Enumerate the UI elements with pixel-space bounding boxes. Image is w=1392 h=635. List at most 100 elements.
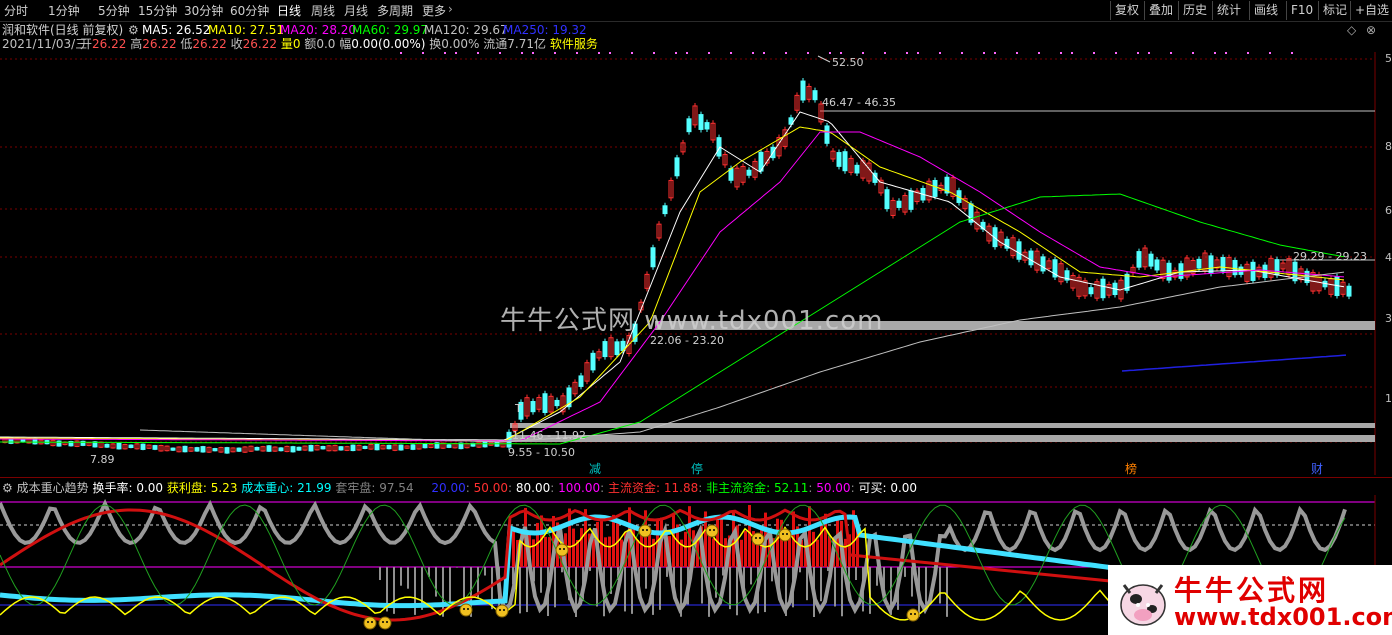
signal-dot: [763, 52, 765, 54]
candle-body: [662, 205, 668, 215]
candle-body: [140, 443, 146, 450]
candle-body: [224, 447, 230, 454]
sector-label[interactable]: 软件服务: [550, 37, 598, 51]
collapse-diamond-icon[interactable]: ◇: [1347, 23, 1356, 37]
annotation-leader: [817, 55, 831, 63]
candle-body: [386, 444, 392, 450]
candle-body: [704, 122, 710, 130]
candle-body: [350, 444, 356, 452]
smiley-icon: [778, 528, 792, 542]
indicator-name: 成本重心趋势: [16, 481, 89, 495]
smiley-icon: [459, 603, 473, 617]
main-fund-bar: [612, 514, 615, 567]
overlay-button[interactable]: 叠加: [1144, 1, 1177, 20]
signal-dot: [686, 52, 688, 54]
event-marker-finance[interactable]: 财: [1310, 462, 1325, 476]
signal-dot: [477, 52, 479, 54]
axis-tick: 6: [1385, 204, 1392, 217]
f10-button[interactable]: F10: [1286, 1, 1317, 20]
main-fund-bar: [748, 505, 751, 567]
history-button[interactable]: 历史: [1178, 1, 1211, 20]
statistics-button[interactable]: 统计: [1212, 1, 1245, 20]
main-fund-bar: [720, 518, 723, 567]
smiley-icon: [363, 616, 377, 630]
candle-body: [1220, 257, 1226, 272]
main-fund-bar: [608, 536, 611, 567]
candle-body: [824, 125, 830, 144]
signal-dot: [1192, 52, 1194, 54]
tab-more[interactable]: 更多: [422, 2, 446, 19]
tab-monthly[interactable]: 月线: [344, 2, 368, 19]
support-band: [510, 423, 1375, 428]
candle-body: [674, 157, 680, 177]
signal-dot: [1137, 52, 1139, 54]
candle-body: [932, 180, 938, 197]
ma20-label: MA20: 28.20: [280, 23, 357, 37]
event-marker-suspend[interactable]: 停: [690, 462, 705, 476]
settings-icon[interactable]: ⚙: [128, 23, 139, 37]
signal-dot: [961, 52, 963, 54]
candle-body: [212, 448, 218, 452]
main-fund-bar: [572, 528, 575, 567]
ma5-line: [0, 111, 1345, 441]
mark-button[interactable]: 标记: [1318, 1, 1351, 20]
candlestick-chart[interactable]: 586431 52.5046.47 - 46.3529.29 - 29.2322…: [0, 52, 1392, 475]
smiley-eye: [646, 529, 648, 531]
signal-dot: [1214, 52, 1216, 54]
candle-body: [446, 444, 452, 448]
candle-body: [896, 200, 902, 208]
more-arrow-icon[interactable]: ›: [448, 2, 453, 16]
event-marker-reduce[interactable]: 减: [588, 462, 603, 476]
candle-body: [812, 90, 818, 101]
candle-body: [800, 80, 806, 101]
close-icon[interactable]: ⊗: [1366, 23, 1376, 37]
price-annotation: 52.50: [832, 56, 864, 69]
quote-date: 2021/11/03/三: [2, 37, 88, 51]
smiley-eye: [563, 548, 565, 550]
axis-tick: 3: [1385, 312, 1392, 325]
candle-body: [254, 446, 260, 451]
support-band: [510, 435, 1375, 442]
draw-line-button[interactable]: 画线: [1249, 1, 1282, 20]
event-marker-list[interactable]: 榜: [1124, 462, 1139, 476]
smiley-eye: [782, 533, 784, 535]
smiley-eye: [709, 529, 711, 531]
tab-fenshi[interactable]: 分时: [4, 2, 28, 19]
tab-daily[interactable]: 日线: [277, 2, 301, 19]
axis-tick: 1: [1385, 392, 1392, 405]
candle-body: [530, 401, 536, 413]
tab-30min[interactable]: 30分钟: [184, 2, 223, 19]
main-fund-bar: [616, 523, 619, 567]
signal-dot: [598, 52, 600, 54]
signal-dot: [1225, 52, 1227, 54]
candle-body: [482, 441, 488, 448]
candle-body: [410, 444, 416, 450]
smiley-icon: [638, 524, 652, 538]
ma10-line: [0, 126, 1345, 442]
signal-dot: [631, 52, 633, 54]
tab-1min[interactable]: 1分钟: [48, 2, 80, 19]
ma20-line: [0, 131, 1345, 442]
settings-icon[interactable]: ⚙: [2, 481, 13, 495]
ma5-label: MA5: 26.52: [142, 23, 211, 37]
candle-body: [602, 341, 608, 358]
tab-15min[interactable]: 15分钟: [138, 2, 177, 19]
candle-body: [1136, 251, 1142, 268]
candle-body: [908, 190, 914, 210]
tab-60min[interactable]: 60分钟: [230, 2, 269, 19]
ma10-label: MA10: 27.51: [208, 23, 285, 37]
tab-weekly[interactable]: 周线: [311, 2, 335, 19]
tab-5min[interactable]: 5分钟: [98, 2, 130, 19]
tab-multi-period[interactable]: 多周期: [377, 2, 413, 19]
price-annotation: 29.29 - 29.23: [1293, 250, 1367, 263]
price-annotation: 46.47 - 46.35: [822, 96, 896, 109]
ma250-label: MA250: 19.32: [503, 23, 587, 37]
restore-rights-button[interactable]: 复权: [1110, 1, 1143, 20]
add-watchlist-button[interactable]: +自选: [1350, 1, 1392, 20]
axis-tick: 5: [1385, 52, 1392, 65]
smiley-eye: [499, 609, 501, 611]
smiley-eye: [371, 621, 373, 623]
signal-dot: [422, 52, 424, 54]
main-fund-bar: [776, 518, 779, 567]
ma120-line: [139, 271, 1345, 443]
